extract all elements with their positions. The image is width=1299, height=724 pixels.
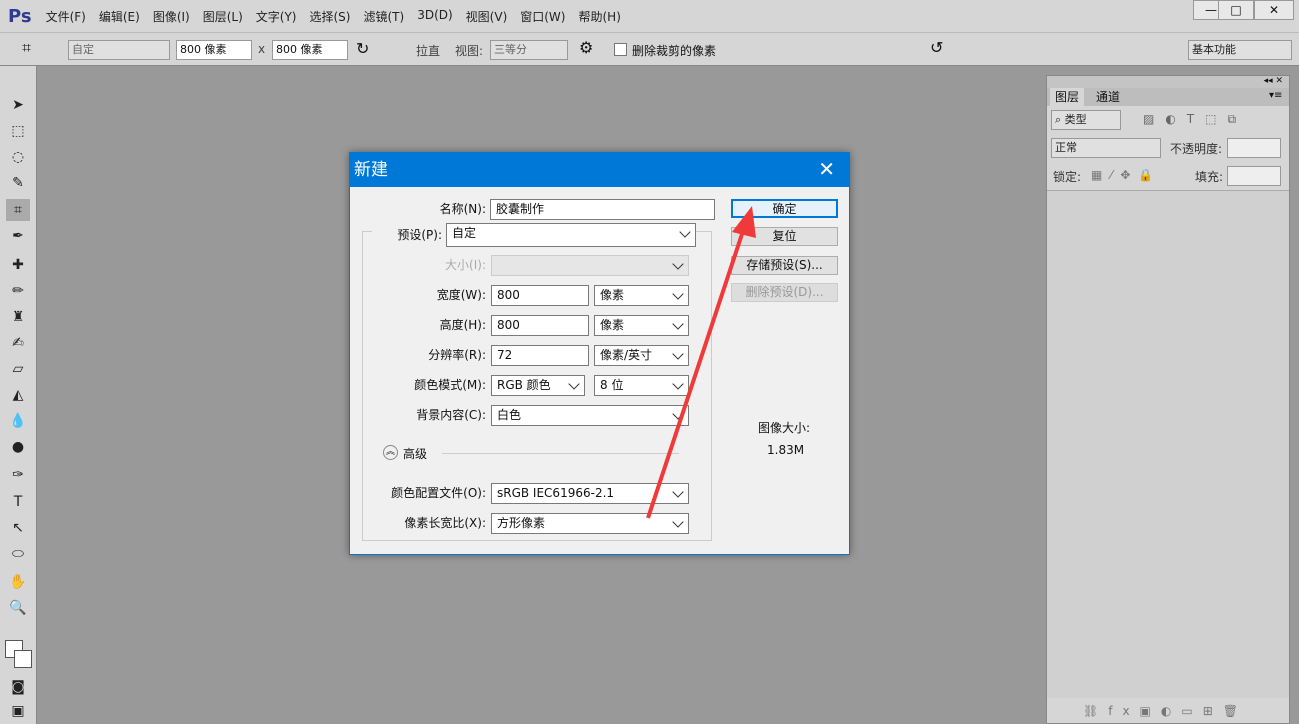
arrow-head xyxy=(732,206,756,238)
annotation-arrow xyxy=(646,206,756,519)
arrow-shaft xyxy=(646,227,746,519)
